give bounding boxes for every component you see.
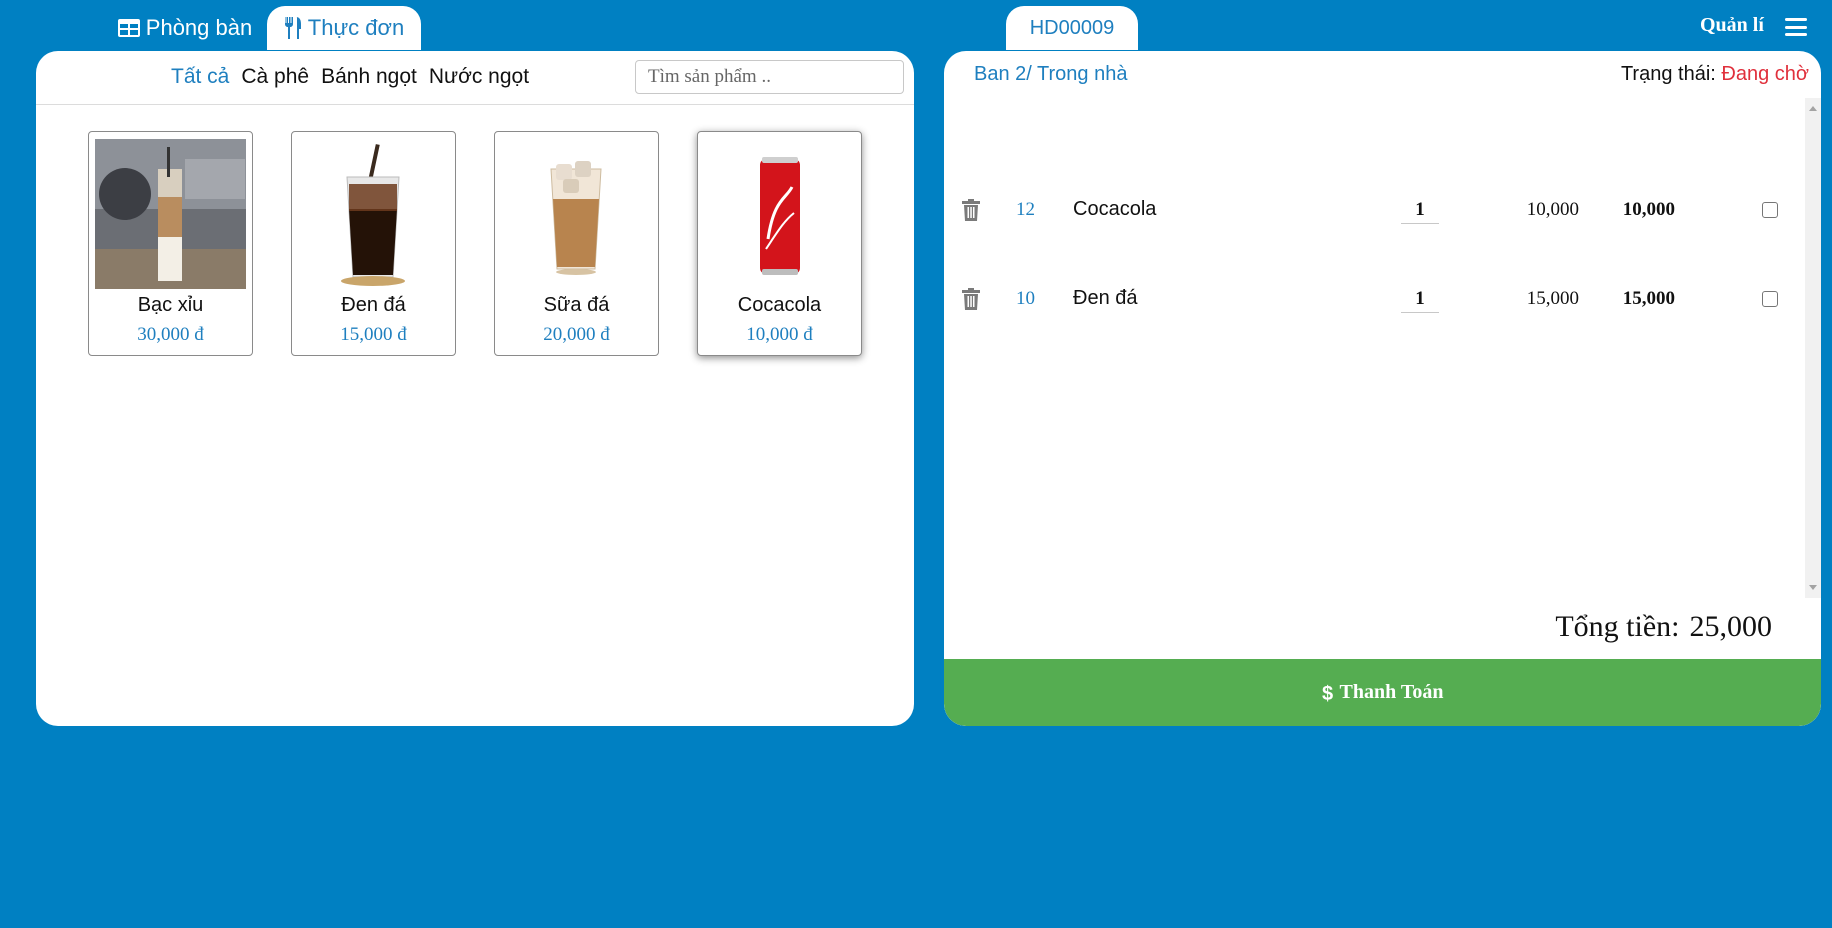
table-location[interactable]: Ban 2/ Trong nhà [974,63,1127,86]
tab-rooms-label: Phòng bàn [145,15,253,40]
svg-text:$: $ [1322,683,1333,703]
product-grid: Bạc xỉu 30,000 đ Đen đá 15,000 đ Sữa đá … [88,131,862,356]
product-card[interactable]: Sữa đá 20,000 đ [494,131,659,356]
tab-invoice[interactable]: HD00009 [1006,6,1138,50]
invoice-id: HD00009 [1029,16,1115,39]
quantity-input[interactable] [1401,196,1439,224]
product-name: Bạc xỉu [137,294,204,316]
tab-menu-label: Thực đơn [307,15,405,40]
grand-total: Tổng tiền: 25,000 [1555,610,1772,644]
category-list: Tất cả Cà phê Bánh ngọt Nước ngọt [171,65,529,89]
product-price: 10,000 đ [746,324,813,345]
category-cake[interactable]: Bánh ngọt [321,65,417,89]
product-card[interactable]: Đen đá 15,000 đ [291,131,456,356]
item-checkbox[interactable] [1762,202,1778,218]
unit-price: 10,000 [1526,199,1579,220]
order-panel: Ban 2/ Trong nhà Trạng thái: Đang chờ 12… [944,51,1821,726]
product-price: 15,000 đ [340,324,407,345]
bac-xiu-image [95,139,246,289]
den-da-image [298,139,449,289]
utensils-icon [284,17,301,39]
order-row: 12 Cocacola 10,000 10,000 [944,185,1805,235]
hamburger-menu-icon[interactable] [1785,18,1807,36]
category-all[interactable]: Tất cả [171,65,229,89]
pay-label: Thanh Toán [1339,681,1444,703]
line-total: 10,000 [1622,199,1675,220]
order-row: 10 Đen đá 15,000 15,000 [944,274,1805,324]
unit-price: 15,000 [1526,288,1579,309]
category-coffee[interactable]: Cà phê [241,65,309,89]
product-name: Đen đá [341,294,406,316]
table-grid-icon [117,19,140,37]
menu-panel: Tất cả Cà phê Bánh ngọt Nước ngọt Bạc xỉ… [36,51,914,726]
item-name: Cocacola [1073,198,1157,220]
manage-link[interactable]: Quản lí [1700,14,1764,37]
status-label: Trạng thái: [1620,63,1716,85]
pay-button[interactable]: $ Thanh Toán [944,659,1821,726]
cocacola-image [704,139,855,289]
grand-total-value: 25,000 [1689,610,1773,643]
order-items: 12 Cocacola 10,000 10,000 10 Đen đá 15,0… [944,98,1805,598]
product-name: Cocacola [737,294,822,316]
item-code[interactable]: 10 [1016,288,1035,310]
tab-rooms[interactable]: Phòng bàn [110,6,260,50]
product-price: 30,000 đ [137,324,204,345]
scroll-up-icon[interactable] [1809,106,1817,111]
status-value: Đang chờ [1721,63,1809,85]
order-scrollbar[interactable] [1805,98,1821,598]
order-status: Trạng thái: Đang chờ [1621,63,1809,86]
trash-icon[interactable] [962,288,980,310]
product-card[interactable]: Bạc xỉu 30,000 đ [88,131,253,356]
category-soft-drink[interactable]: Nước ngọt [429,65,529,89]
product-card[interactable]: Cocacola 10,000 đ [697,131,862,356]
sua-da-image [501,139,652,289]
dollar-icon: $ [1322,683,1333,703]
tab-menu[interactable]: Thực đơn [267,6,421,50]
category-bar: Tất cả Cà phê Bánh ngọt Nước ngọt [36,51,914,105]
item-name: Đen đá [1073,287,1138,309]
scroll-down-icon[interactable] [1809,585,1817,590]
product-price: 20,000 đ [543,324,610,345]
trash-icon[interactable] [962,199,980,221]
search-input[interactable] [635,60,904,94]
quantity-input[interactable] [1401,285,1439,313]
product-name: Sữa đá [543,294,610,316]
item-checkbox[interactable] [1762,291,1778,307]
line-total: 15,000 [1622,288,1675,309]
grand-total-label: Tổng tiền: [1555,610,1680,643]
item-code[interactable]: 12 [1016,199,1035,221]
